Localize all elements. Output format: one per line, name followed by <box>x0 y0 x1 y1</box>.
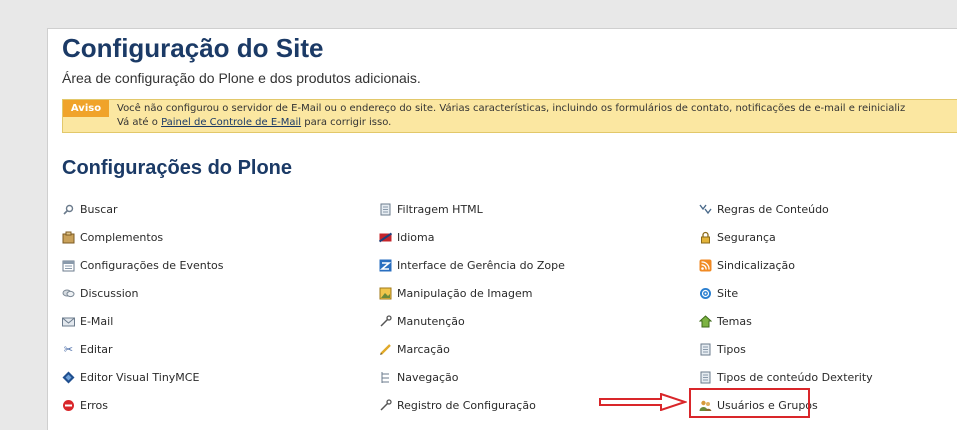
wrench-icon <box>379 398 392 412</box>
config-item-idioma[interactable]: Idioma <box>378 223 565 251</box>
warning-line-1: Você não configurou o servidor de E-Mail… <box>117 103 906 114</box>
config-item-label: Site <box>717 286 739 300</box>
zope-icon <box>379 259 392 272</box>
pencil-icon <box>379 343 392 356</box>
rss-icon <box>699 259 712 272</box>
document-icon <box>699 371 712 384</box>
config-item-navegacao[interactable]: Navegação <box>379 363 565 391</box>
config-item-manutencao[interactable]: Manutenção <box>379 307 565 335</box>
plone-configuration-heading: Configurações do Plone <box>62 157 293 179</box>
config-item-label: Temas <box>717 314 752 328</box>
config-item-erros[interactable]: Erros <box>62 391 224 419</box>
config-item-label: Discussion <box>80 286 139 300</box>
search-icon <box>62 203 75 216</box>
config-item-seguranca[interactable]: Segurança <box>699 223 873 251</box>
site-icon <box>699 287 712 300</box>
warning-message: Você não configurou o servidor de E-Mail… <box>117 102 905 130</box>
config-item-label: Sindicalização <box>717 258 795 272</box>
calendar-icon <box>62 259 75 272</box>
scissors-icon: ✂ <box>63 342 74 356</box>
config-item-label: Erros <box>80 398 109 412</box>
config-item-sindicalizacao[interactable]: Sindicalização <box>699 251 873 279</box>
mail-icon <box>62 315 75 328</box>
config-item-label: Interface de Gerência do Zope <box>397 258 565 272</box>
config-item-registro[interactable]: Registro de Configuração <box>379 391 565 419</box>
config-item-complementos[interactable]: Complementos <box>62 223 224 251</box>
config-item-label: Registro de Configuração <box>397 398 536 412</box>
discussion-icon <box>62 287 75 300</box>
config-item-label: Tipos <box>717 342 746 356</box>
image-icon <box>379 287 392 300</box>
config-item-label: Idioma <box>397 230 435 244</box>
themes-icon <box>698 314 713 328</box>
config-item-label: Complementos <box>80 230 164 244</box>
config-item-dexterity[interactable]: Tipos de conteúdo Dexterity <box>699 363 873 391</box>
config-item-filtragem-html[interactable]: Filtragem HTML <box>379 195 565 223</box>
tinymce-icon <box>62 371 75 384</box>
warning-label: Aviso <box>63 100 109 117</box>
config-item-label: Buscar <box>80 202 118 216</box>
lock-icon <box>699 231 712 244</box>
config-item-temas[interactable]: Temas <box>698 307 873 335</box>
wrench-icon <box>379 314 392 328</box>
document-icon <box>699 343 712 356</box>
config-item-label: Manipulação de Imagem <box>397 286 533 300</box>
config-item-label: Manutenção <box>397 314 465 328</box>
mail-control-panel-link[interactable]: Painel de Controle de E-Mail <box>161 117 301 128</box>
config-item-label: Navegação <box>397 370 459 384</box>
arrow-icon <box>599 393 687 411</box>
config-item-tinymce[interactable]: Editor Visual TinyMCE <box>62 363 224 391</box>
config-column-2: Filtragem HTML Idioma Interface de Gerên… <box>378 195 565 419</box>
rules-icon <box>699 203 712 216</box>
highlight-box <box>689 388 810 418</box>
warning-suffix: para corrigir isso. <box>301 117 392 128</box>
config-item-label: Marcação <box>397 342 450 356</box>
config-item-zope[interactable]: Interface de Gerência do Zope <box>379 251 565 279</box>
config-item-buscar[interactable]: Buscar <box>62 195 224 223</box>
config-item-label: Regras de Conteúdo <box>717 202 829 216</box>
config-item-editar[interactable]: ✂ Editar <box>62 335 224 363</box>
error-icon <box>62 399 75 412</box>
navigation-icon <box>379 371 392 384</box>
config-column-3: Regras de Conteúdo Segurança Sindicaliza… <box>698 195 873 419</box>
page-title: Configuração do Site <box>62 33 324 63</box>
config-item-eventos[interactable]: Configurações de Eventos <box>62 251 224 279</box>
config-item-label: Editar <box>80 342 113 356</box>
flag-icon <box>378 231 393 244</box>
config-item-site[interactable]: Site <box>699 279 873 307</box>
config-column-1: Buscar Complementos Configurações de Eve… <box>62 195 224 419</box>
warning-line-2: Vá até o Painel de Controle de E-Mail pa… <box>117 116 905 130</box>
config-item-label: Configurações de Eventos <box>80 258 224 272</box>
config-item-label: Filtragem HTML <box>397 202 483 216</box>
config-item-tipos[interactable]: Tipos <box>699 335 873 363</box>
config-item-marcacao[interactable]: Marcação <box>379 335 565 363</box>
config-item-imagem[interactable]: Manipulação de Imagem <box>379 279 565 307</box>
warning-prefix: Vá até o <box>117 117 162 128</box>
addons-icon <box>62 231 75 244</box>
config-item-label: Segurança <box>717 230 776 244</box>
site-setup-panel: Configuração do Site Área de configuraçã… <box>47 28 957 430</box>
config-item-label: E-Mail <box>80 314 114 328</box>
config-item-label: Tipos de conteúdo Dexterity <box>717 370 873 384</box>
config-item-email[interactable]: E-Mail <box>62 307 224 335</box>
page-subtitle: Área de configuração do Plone e dos prod… <box>62 70 421 86</box>
config-item-discussion[interactable]: Discussion <box>62 279 224 307</box>
document-icon <box>379 203 392 216</box>
config-item-label: Editor Visual TinyMCE <box>80 370 200 384</box>
config-item-regras[interactable]: Regras de Conteúdo <box>699 195 873 223</box>
email-warning-notice: Aviso Você não configurou o servidor de … <box>62 99 957 133</box>
